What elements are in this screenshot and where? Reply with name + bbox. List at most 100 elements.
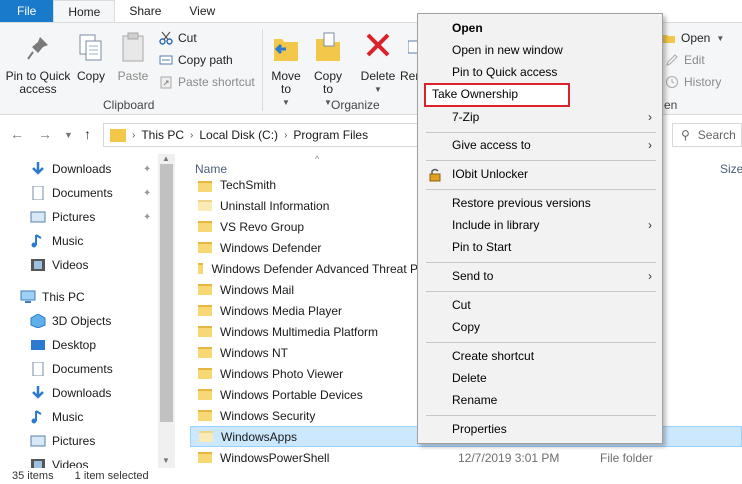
nav-scrollbar[interactable]: ▲ ▼: [158, 154, 175, 468]
menu-separator: [426, 189, 656, 190]
edit-button[interactable]: Edit: [665, 51, 705, 69]
breadcrumb-chevron-icon[interactable]: ›: [190, 130, 193, 141]
nav-item-pictures-pc[interactable]: Pictures: [30, 430, 175, 452]
pictures-icon: [30, 434, 46, 448]
nav-item-documents[interactable]: Documents ✦: [30, 182, 175, 204]
breadcrumb-this-pc[interactable]: This PC: [141, 128, 184, 142]
menu-item-restore-previous-versions[interactable]: Restore previous versions: [418, 192, 662, 214]
nav-item-downloads-pc[interactable]: Downloads: [30, 382, 175, 404]
search-box[interactable]: ⚲ Search: [672, 123, 742, 147]
menu-item-delete[interactable]: Delete: [418, 367, 662, 389]
file-name: Uninstall Information: [220, 198, 330, 213]
nav-item-music[interactable]: Music: [30, 230, 175, 252]
breadcrumb-program-files[interactable]: Program Files: [293, 128, 368, 142]
breadcrumb-chevron-icon[interactable]: ›: [132, 130, 135, 141]
cut-button[interactable]: Cut: [159, 29, 197, 47]
file-name: VS Revo Group: [220, 219, 305, 234]
menu-item-copy[interactable]: Copy: [418, 316, 662, 338]
edit-icon: [665, 53, 679, 67]
pin-to-quick-access-button[interactable]: Pin to Quick access: [4, 35, 72, 96]
nav-scrollbar-thumb[interactable]: [160, 164, 173, 422]
file-type: File folder: [600, 450, 653, 465]
nav-item-downloads[interactable]: Downloads ✦: [30, 158, 175, 180]
back-arrow-icon[interactable]: ←: [10, 126, 24, 142]
paste-label: Paste: [117, 69, 149, 83]
tab-view[interactable]: View: [175, 0, 229, 22]
menu-item-pin-to-start[interactable]: Pin to Start: [418, 236, 662, 258]
tab-file[interactable]: File: [0, 0, 54, 22]
folder-icon: [199, 431, 213, 442]
menu-item-cut[interactable]: Cut: [418, 294, 662, 316]
menu-item-rename[interactable]: Rename: [418, 389, 662, 411]
column-header-size[interactable]: Size: [720, 162, 742, 176]
file-date: 12/7/2019 3:01 PM: [458, 450, 560, 465]
copy-path-button[interactable]: Copy path: [159, 51, 233, 69]
navigation-pane[interactable]: Downloads ✦ Documents ✦ Pictures ✦ Music…: [0, 154, 175, 468]
delete-button[interactable]: Delete ▼: [358, 31, 398, 96]
copy-path-label: Copy path: [178, 53, 233, 67]
nav-item-desktop[interactable]: Desktop: [30, 334, 175, 356]
scroll-down-arrow-icon[interactable]: ▼: [162, 456, 170, 465]
menu-item-iobit-unlocker[interactable]: IObit Unlocker: [418, 163, 662, 185]
pin-icon[interactable]: ✦: [143, 188, 151, 199]
tab-share[interactable]: Share: [115, 0, 175, 22]
pin-icon[interactable]: ✦: [143, 212, 151, 223]
selected-count: 1 item selected: [74, 470, 149, 482]
open-button[interactable]: Open ▼: [662, 29, 724, 47]
scroll-up-arrow-icon[interactable]: ▲: [162, 154, 170, 163]
history-button[interactable]: History: [665, 73, 721, 91]
copy-icon: [76, 33, 106, 66]
nav-item-pictures[interactable]: Pictures ✦: [30, 206, 175, 228]
menu-item-label: 7-Zip: [452, 110, 480, 124]
nav-item-videos-pc[interactable]: Videos: [30, 454, 175, 468]
menu-item-create-shortcut[interactable]: Create shortcut: [418, 345, 662, 367]
file-row[interactable]: Windows Defender Advanced Threat P: [190, 258, 418, 279]
menu-item-give-access[interactable]: Give access to ›: [418, 134, 662, 156]
recent-locations-chevron-icon[interactable]: ▼: [64, 130, 73, 140]
folder-icon: [198, 410, 212, 421]
move-to-button[interactable]: Move to ▼: [268, 31, 304, 109]
pin-to-quick-access-label: Pin to Quick access: [5, 69, 71, 96]
breadcrumb-chevron-icon[interactable]: ›: [284, 130, 287, 141]
column-header-name[interactable]: Name: [195, 162, 227, 176]
menu-item-include-in-library[interactable]: Include in library ›: [418, 214, 662, 236]
forward-arrow-icon[interactable]: →: [38, 126, 52, 142]
breadcrumb-local-disk[interactable]: Local Disk (C:): [199, 128, 278, 142]
submenu-arrow-icon: ›: [648, 110, 652, 124]
folder-icon: [198, 221, 212, 232]
nav-item-label: Videos: [52, 458, 89, 468]
tab-home[interactable]: Home: [53, 0, 116, 22]
clipboard-group-label: Clipboard: [103, 98, 155, 112]
file-name: WindowsApps: [221, 429, 298, 444]
rename-button[interactable]: Ren: [400, 31, 417, 83]
nav-item-3d-objects[interactable]: 3D Objects: [30, 310, 175, 332]
file-row[interactable]: WindowsPowerShell 12/7/2019 3:01 PM File…: [190, 447, 742, 468]
status-bar: 35 items 1 item selected: [0, 468, 742, 484]
menu-item-pin-quick-access[interactable]: Pin to Quick access: [418, 61, 662, 83]
move-to-label: Move to: [271, 69, 301, 96]
menu-item-open-new-window[interactable]: Open in new window: [418, 39, 662, 61]
paste-shortcut-button[interactable]: Paste shortcut: [159, 73, 255, 91]
menu-item-label: Include in library: [452, 218, 540, 232]
paste-button[interactable]: Paste: [116, 31, 150, 83]
nav-item-videos[interactable]: Videos: [30, 254, 175, 276]
nav-item-this-pc[interactable]: This PC: [20, 286, 175, 308]
nav-item-music-pc[interactable]: Music: [30, 406, 175, 428]
file-name: Windows Defender: [220, 240, 322, 255]
lock-icon: [428, 167, 442, 182]
copy-button[interactable]: Copy: [76, 33, 106, 83]
menu-item-open[interactable]: Open: [418, 17, 662, 39]
nav-item-label: Downloads: [52, 162, 112, 176]
up-arrow-icon[interactable]: ↑: [84, 126, 91, 142]
nav-item-label: 3D Objects: [52, 314, 112, 328]
menu-item-properties[interactable]: Properties: [418, 418, 662, 440]
menu-item-send-to[interactable]: Send to ›: [418, 265, 662, 287]
file-name: Windows Security: [220, 408, 316, 423]
nav-item-label: Pictures: [52, 210, 96, 224]
pin-icon[interactable]: ✦: [143, 164, 151, 175]
nav-item-documents-pc[interactable]: Documents: [30, 358, 175, 380]
menu-item-take-ownership[interactable]: Take Ownership: [424, 83, 570, 107]
cut-label: Cut: [178, 31, 197, 45]
menu-item-7zip[interactable]: 7-Zip ›: [418, 106, 662, 128]
file-name: WindowsPowerShell: [220, 450, 330, 465]
